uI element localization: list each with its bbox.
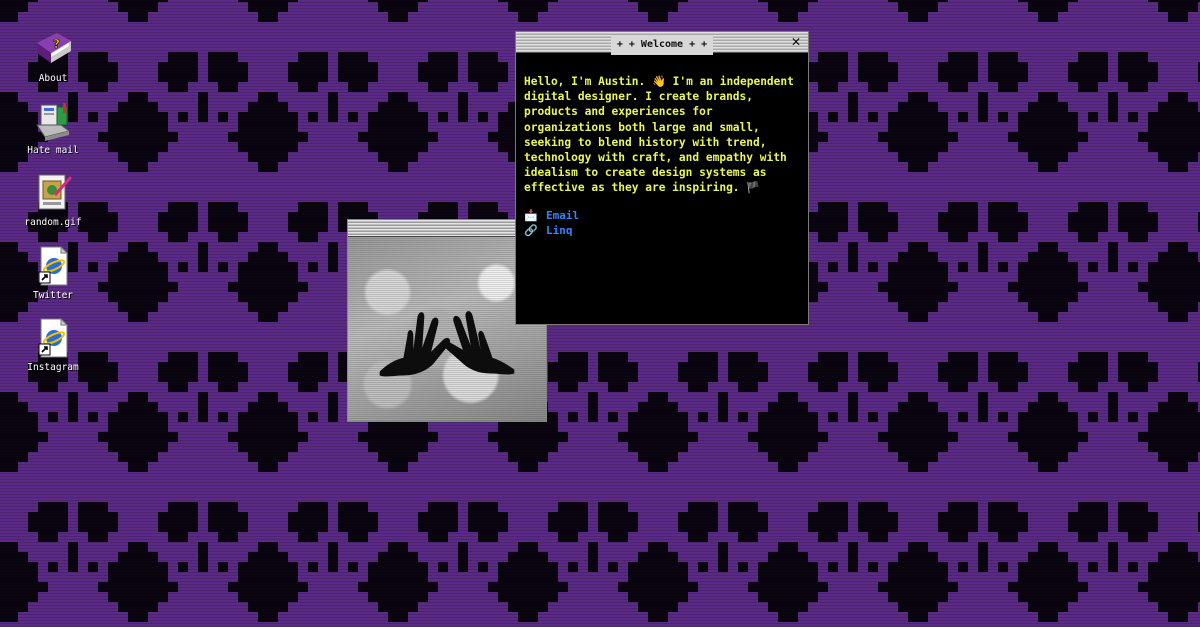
desktop-icon-label: Hate mail bbox=[27, 145, 79, 156]
shortcut-file-icon bbox=[31, 244, 75, 288]
desktop-icon-label: Instagram bbox=[27, 362, 79, 373]
close-icon[interactable]: ✕ bbox=[789, 33, 803, 49]
desktop-icon-label: Twitter bbox=[32, 290, 74, 301]
envelope-icon: 📩 bbox=[524, 208, 538, 222]
image-file-icon bbox=[31, 171, 75, 215]
chain-link-icon: 🔗 bbox=[524, 223, 538, 237]
desktop-icon-random-gif[interactable]: random.gif bbox=[13, 171, 93, 228]
mailbox-icon bbox=[31, 99, 75, 143]
link-row-email: 📩 Email bbox=[524, 208, 800, 223]
desktop-icon-label: random.gif bbox=[24, 217, 82, 228]
svg-text:?: ? bbox=[53, 37, 60, 51]
help-book-icon: ? bbox=[31, 27, 75, 71]
desktop-icon-instagram[interactable]: Instagram bbox=[13, 316, 93, 373]
intro-text: Hello, I'm Austin. 👋 I'm an independent … bbox=[524, 75, 794, 195]
welcome-window-titlebar[interactable]: + + Welcome + + ✕ bbox=[516, 32, 808, 55]
desktop-icon-about[interactable]: ? About bbox=[13, 27, 93, 84]
linq-link[interactable]: Linq bbox=[546, 224, 573, 237]
welcome-window-body: Hello, I'm Austin. 👋 I'm an independent … bbox=[516, 53, 808, 238]
link-row-linq: 🔗 Linq bbox=[524, 223, 800, 238]
email-link[interactable]: Email bbox=[546, 209, 579, 222]
window-title: + + Welcome + + bbox=[610, 35, 714, 55]
desktop-icon-twitter[interactable]: Twitter bbox=[13, 244, 93, 301]
desktop-icon-label: About bbox=[38, 73, 68, 84]
shortcut-file-icon bbox=[31, 316, 75, 360]
welcome-window[interactable]: + + Welcome + + ✕ Hello, I'm Austin. 👋 I… bbox=[515, 31, 809, 325]
link-list: 📩 Email 🔗 Linq bbox=[524, 208, 800, 238]
desktop-icon-hate-mail[interactable]: Hate mail bbox=[13, 99, 93, 156]
